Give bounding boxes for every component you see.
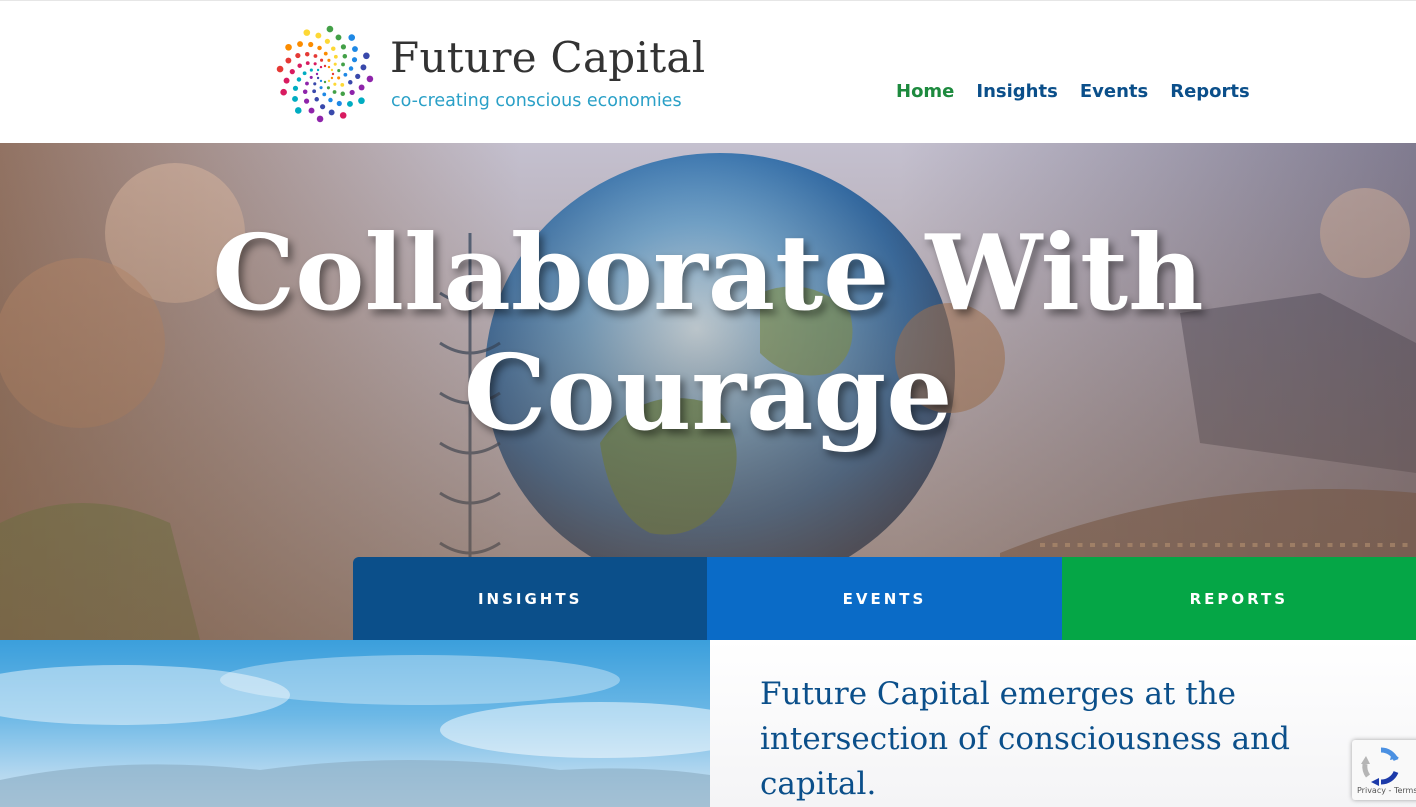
- events-button[interactable]: EVENTS: [707, 557, 1062, 640]
- insights-button[interactable]: INSIGHTS: [353, 557, 708, 640]
- main-nav: Home Insights Events Reports: [896, 81, 1272, 102]
- nav-item-home[interactable]: Home: [896, 81, 954, 102]
- nav-item-insights[interactable]: Insights: [976, 81, 1057, 102]
- recaptcha-links[interactable]: Privacy - Terms: [1357, 786, 1416, 795]
- logo-tagline: co-creating conscious economies: [391, 91, 682, 111]
- intro-text: Future Capital emerges at the intersecti…: [760, 676, 1290, 802]
- cta-button-row: INSIGHTS EVENTS REPORTS: [353, 557, 1416, 640]
- hero-title-line-1: Collaborate With: [212, 211, 1204, 334]
- site-header: Future Capital co-creating conscious eco…: [0, 0, 1416, 143]
- logo-link[interactable]: Future Capital co-creating conscious eco…: [272, 21, 705, 127]
- hero-title: Collaborate With Courage: [0, 213, 1416, 453]
- sky-clouds-graphic: [0, 655, 710, 807]
- sky-landscape-image: [0, 640, 710, 807]
- recaptcha-badge[interactable]: Privacy - Terms: [1352, 740, 1416, 800]
- reports-button[interactable]: REPORTS: [1061, 557, 1416, 640]
- recaptcha-icon: [1361, 747, 1399, 786]
- intro-section: Future Capital emerges at the intersecti…: [710, 640, 1416, 807]
- nav-item-reports[interactable]: Reports: [1170, 81, 1250, 102]
- logo-title: Future Capital: [390, 33, 706, 82]
- hero-title-line-2: Courage: [463, 331, 953, 454]
- spiral-logo-icon: [276, 25, 374, 123]
- nav-item-events[interactable]: Events: [1080, 81, 1148, 102]
